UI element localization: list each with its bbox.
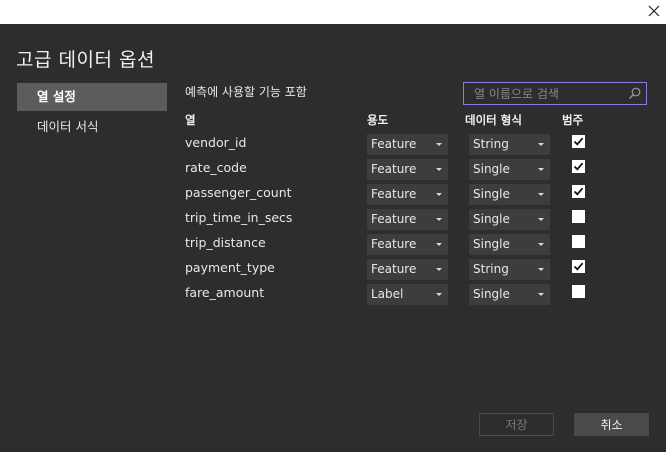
category-checkbox[interactable] — [572, 135, 585, 148]
search-input[interactable] — [464, 83, 646, 105]
save-button[interactable]: 저장 — [479, 413, 554, 436]
format-value: Single — [473, 162, 510, 176]
category-checkbox[interactable] — [572, 285, 585, 298]
chevron-down-icon — [436, 193, 442, 196]
category-checkbox[interactable] — [572, 160, 585, 173]
chevron-down-icon — [436, 243, 442, 246]
format-value: Single — [473, 237, 510, 251]
data-format-dropdown[interactable]: Single — [469, 184, 550, 205]
data-format-dropdown[interactable]: String — [469, 134, 550, 155]
check-icon — [573, 262, 584, 271]
advanced-data-options-dialog: 고급 데이터 옵션 열 설정 데이터 서식 예측에 사용할 기능 포함 열 용도… — [0, 24, 666, 452]
usage-value: Feature — [371, 187, 417, 201]
column-name: trip_distance — [185, 235, 266, 250]
data-format-dropdown[interactable]: Single — [469, 209, 550, 230]
cancel-button[interactable]: 취소 — [574, 413, 649, 436]
column-search — [463, 82, 647, 105]
data-format-dropdown[interactable]: Single — [469, 284, 550, 305]
search-icon[interactable] — [627, 86, 642, 101]
column-name: passenger_count — [185, 185, 292, 200]
header-category: 범주 — [562, 113, 584, 127]
category-checkbox[interactable] — [572, 235, 585, 248]
usage-value: Feature — [371, 262, 417, 276]
chevron-down-icon — [436, 293, 442, 296]
table-row: trip_distance Feature Single — [0, 233, 666, 258]
category-checkbox[interactable] — [572, 260, 585, 273]
format-value: Single — [473, 287, 510, 301]
chevron-down-icon — [538, 143, 544, 146]
section-label: 예측에 사용할 기능 포함 — [185, 85, 307, 99]
column-name: vendor_id — [185, 135, 247, 150]
usage-value: Feature — [371, 162, 417, 176]
chevron-down-icon — [436, 168, 442, 171]
format-value: Single — [473, 187, 510, 201]
usage-value: Feature — [371, 137, 417, 151]
close-button[interactable] — [642, 0, 666, 22]
usage-dropdown[interactable]: Label — [367, 284, 448, 305]
data-format-dropdown[interactable]: Single — [469, 234, 550, 255]
close-icon — [648, 5, 660, 17]
check-icon — [573, 187, 584, 196]
header-data-format: 데이터 형식 — [465, 113, 522, 127]
dialog-title: 고급 데이터 옵션 — [16, 49, 155, 71]
usage-value: Feature — [371, 212, 417, 226]
header-column: 열 — [185, 113, 196, 127]
category-checkbox[interactable] — [572, 210, 585, 223]
column-name: rate_code — [185, 160, 247, 175]
columns-table: vendor_id Feature String rate_code Feature Si… — [0, 133, 666, 308]
usage-dropdown[interactable]: Feature — [367, 234, 448, 255]
table-row: payment_type Feature String — [0, 258, 666, 283]
table-row: fare_amount Label Single — [0, 283, 666, 308]
usage-dropdown[interactable]: Feature — [367, 159, 448, 180]
chevron-down-icon — [538, 218, 544, 221]
table-row: rate_code Feature Single — [0, 158, 666, 183]
check-icon — [573, 162, 584, 171]
format-value: String — [473, 137, 509, 151]
check-icon — [573, 137, 584, 146]
usage-dropdown[interactable]: Feature — [367, 184, 448, 205]
chevron-down-icon — [436, 143, 442, 146]
format-value: String — [473, 262, 509, 276]
data-format-dropdown[interactable]: Single — [469, 159, 550, 180]
chevron-down-icon — [538, 243, 544, 246]
chevron-down-icon — [538, 293, 544, 296]
category-checkbox[interactable] — [572, 185, 585, 198]
table-row: passenger_count Feature Single — [0, 183, 666, 208]
usage-dropdown[interactable]: Feature — [367, 259, 448, 280]
chevron-down-icon — [436, 268, 442, 271]
nav-item-column-settings[interactable]: 열 설정 — [17, 83, 167, 111]
header-usage: 용도 — [367, 113, 389, 127]
usage-value: Feature — [371, 237, 417, 251]
chevron-down-icon — [538, 268, 544, 271]
window-titlebar — [0, 0, 666, 24]
column-name: payment_type — [185, 260, 275, 275]
chevron-down-icon — [436, 218, 442, 221]
chevron-down-icon — [538, 168, 544, 171]
table-row: trip_time_in_secs Feature Single — [0, 208, 666, 233]
usage-value: Label — [371, 287, 404, 301]
column-name: trip_time_in_secs — [185, 210, 293, 225]
chevron-down-icon — [538, 193, 544, 196]
table-row: vendor_id Feature String — [0, 133, 666, 158]
format-value: Single — [473, 212, 510, 226]
usage-dropdown[interactable]: Feature — [367, 134, 448, 155]
data-format-dropdown[interactable]: String — [469, 259, 550, 280]
column-name: fare_amount — [185, 285, 265, 300]
usage-dropdown[interactable]: Feature — [367, 209, 448, 230]
